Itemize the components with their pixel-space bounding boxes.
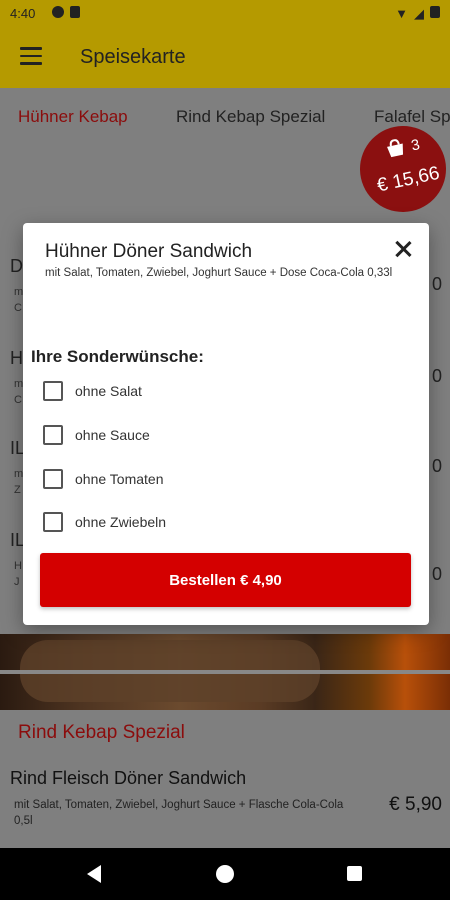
option-label: ohne Salat xyxy=(75,383,142,399)
status-time: 4:40 xyxy=(10,6,36,21)
signal-icon: ◢ xyxy=(414,6,424,21)
app-bar: Speisekarte xyxy=(0,28,450,88)
dialog-title: Hühner Döner Sandwich xyxy=(45,241,253,262)
section-banner-image xyxy=(0,634,450,710)
order-button[interactable]: Bestellen € 4,90 xyxy=(40,553,411,607)
shopping-bag-icon xyxy=(387,139,404,158)
system-nav-bar xyxy=(0,848,450,900)
list-item-title: Rind Fleisch Döner Sandwich xyxy=(10,768,247,788)
list-item-desc: C xyxy=(14,394,22,406)
list-item-desc: m xyxy=(14,378,24,390)
options-heading: Ihre Sonderwünsche: xyxy=(31,347,204,366)
option-ohne-sauce[interactable]: ohne Sauce xyxy=(43,423,150,447)
option-ohne-tomaten[interactable]: ohne Tomaten xyxy=(43,467,163,491)
product-options-dialog: Hühner Döner Sandwich mit Salat, Tomaten… xyxy=(23,223,429,625)
section-title: Rind Kebap Spezial xyxy=(18,722,185,743)
menu-icon[interactable] xyxy=(20,47,42,69)
tab-rind-kebap-spezial[interactable]: Rind Kebap Spezial xyxy=(176,107,325,127)
list-item-desc: m xyxy=(14,286,24,298)
list-item-title[interactable]: D xyxy=(10,256,23,277)
back-icon[interactable] xyxy=(87,865,101,883)
page-title: Speisekarte xyxy=(80,46,186,68)
list-item-desc: mit Salat, Tomaten, Zwiebel, Joghurt Sau… xyxy=(14,799,344,827)
checkbox[interactable] xyxy=(43,425,63,445)
checkbox[interactable] xyxy=(43,512,63,532)
option-label: ohne Zwiebeln xyxy=(75,514,167,530)
tab-falafel[interactable]: Falafel Sp xyxy=(374,107,450,127)
list-item-desc: J xyxy=(14,576,20,588)
home-icon[interactable] xyxy=(216,865,234,883)
option-label: ohne Sauce xyxy=(75,427,150,443)
list-item-price: € 5,90 xyxy=(389,794,442,815)
option-ohne-salat[interactable]: ohne Salat xyxy=(43,379,142,403)
checkbox[interactable] xyxy=(43,381,63,401)
dialog-subtitle: mit Salat, Tomaten, Zwiebel, Joghurt Sau… xyxy=(45,267,393,279)
list-item-desc: m xyxy=(14,468,24,480)
status-bar: 4:40 ▼ ◢ xyxy=(0,0,450,28)
list-item[interactable]: Rind Fleisch Döner Sandwich mit Salat, T… xyxy=(0,756,450,848)
wifi-icon: ▼ xyxy=(395,6,408,21)
notification-icon xyxy=(52,6,64,18)
battery-icon xyxy=(430,6,440,18)
option-ohne-zwiebeln[interactable]: ohne Zwiebeln xyxy=(43,510,166,534)
cart-total: € 15,66 xyxy=(375,162,442,197)
cart-count: 3 xyxy=(409,136,422,155)
list-item-price: 0 xyxy=(431,564,442,584)
sd-card-icon xyxy=(70,6,80,18)
checkbox[interactable] xyxy=(43,469,63,489)
list-item-title[interactable]: H xyxy=(10,348,23,369)
close-icon[interactable] xyxy=(393,239,413,259)
list-item-price: 0 xyxy=(431,274,442,294)
list-item-desc: H xyxy=(14,560,22,572)
section-header: Rind Kebap Spezial xyxy=(0,710,450,756)
list-item-price: 0 xyxy=(431,366,442,386)
option-label: ohne Tomaten xyxy=(75,471,164,487)
list-item-price: 0 xyxy=(431,456,442,476)
list-item-desc: C xyxy=(14,302,22,314)
tab-huehner-kebap[interactable]: Hühner Kebap xyxy=(18,107,128,127)
list-item-desc: Z xyxy=(14,484,21,496)
recents-icon[interactable] xyxy=(347,866,362,881)
